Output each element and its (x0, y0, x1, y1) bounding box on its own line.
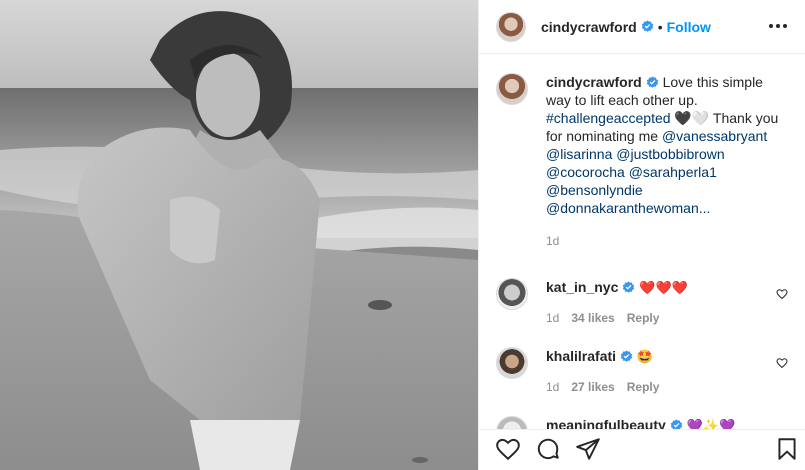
bookmark-icon[interactable] (774, 436, 800, 462)
comment-username[interactable]: kat_in_nyc (546, 279, 618, 295)
mention-link[interactable]: @sarahperla1 (629, 164, 717, 180)
comment-username[interactable]: khalilrafati (546, 348, 616, 364)
comment-item: meaningfulbeauty 💜✨💜 (496, 416, 790, 429)
comment-avatar[interactable] (496, 416, 528, 429)
post-photo[interactable] (0, 0, 478, 470)
verified-icon (620, 350, 633, 362)
comment-likes[interactable]: 34 likes (571, 311, 614, 325)
verified-icon (623, 281, 635, 293)
caption-hashtag[interactable]: #challengeaccepted (546, 110, 671, 126)
comment-meta: 1d 27 likes Reply (546, 378, 776, 396)
share-icon[interactable] (575, 436, 601, 462)
comment-meta: 1d 34 likes Reply (546, 309, 776, 327)
separator-dot: • (657, 18, 663, 35)
reply-button[interactable]: Reply (627, 380, 660, 394)
comment-avatar[interactable] (496, 278, 528, 310)
mention-link[interactable]: @cocorocha (546, 164, 625, 180)
heart-icon[interactable] (776, 288, 788, 300)
caption-meta: 1d (546, 232, 786, 250)
action-bar (479, 429, 805, 470)
caption-username[interactable]: cindycrawford (546, 74, 642, 90)
comment-item: kat_in_nyc ❤️❤️❤️ 1d 34 likes Reply (496, 278, 790, 327)
caption: cindycrawford Love this simple way to li… (496, 73, 790, 250)
comment-text: 🤩 (636, 349, 654, 364)
beach-photo-image (0, 0, 478, 470)
mention-link[interactable]: @justbobbibrown (616, 146, 724, 162)
caption-ellipsis: ... (698, 200, 711, 216)
comments-list[interactable]: cindycrawford Love this simple way to li… (479, 55, 805, 429)
heart-icon[interactable] (495, 436, 521, 462)
heart-icon[interactable] (776, 357, 788, 369)
more-options-button[interactable] (766, 14, 790, 38)
mention-link[interactable]: @vanessabryant (662, 128, 767, 144)
comment-username[interactable]: meaningfulbeauty (546, 417, 666, 429)
caption-time[interactable]: 1d (546, 234, 559, 248)
mention-link[interactable]: @lisarinna (546, 146, 612, 162)
verified-icon (670, 419, 682, 429)
follow-button[interactable]: Follow (667, 19, 711, 35)
mention-link[interactable]: @bensonlyndie (546, 182, 643, 198)
post-header: cindycrawford • Follow (479, 0, 805, 54)
comment-likes[interactable]: 27 likes (571, 380, 614, 394)
comment-time[interactable]: 1d (546, 380, 559, 394)
verified-icon (641, 20, 653, 32)
caption-avatar[interactable] (496, 73, 528, 105)
comment-text: 💜✨💜 (686, 418, 736, 429)
comment-avatar[interactable] (496, 347, 528, 379)
comment-time[interactable]: 1d (546, 311, 559, 325)
comment-text: ❤️❤️❤️ (639, 280, 688, 295)
verified-icon (646, 76, 658, 88)
mention-link[interactable]: @donnakaranthewoman (546, 200, 699, 216)
comment-item: khalilrafati 🤩 1d 27 likes Reply (496, 347, 790, 396)
comment-icon[interactable] (535, 436, 561, 462)
author-avatar[interactable] (496, 11, 526, 42)
reply-button[interactable]: Reply (627, 311, 660, 325)
more-icon (769, 24, 787, 28)
author-username[interactable]: cindycrawford (541, 19, 637, 35)
post-side-panel: cindycrawford • Follow cindycrawford Lov… (478, 0, 805, 470)
